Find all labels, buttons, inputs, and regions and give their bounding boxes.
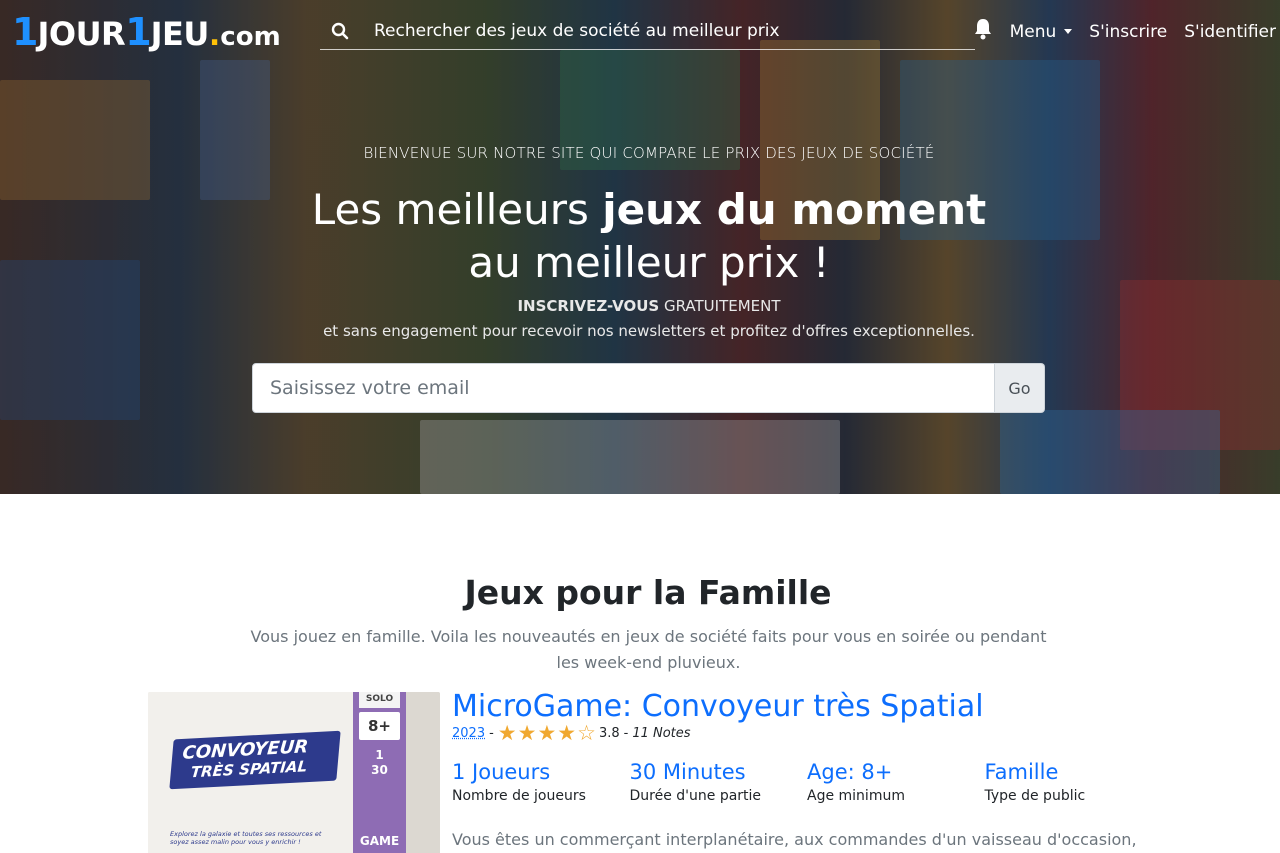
go-button[interactable]: Go — [995, 363, 1045, 413]
separator: - — [623, 725, 629, 741]
welcome-text: BIENVENUE SUR NOTRE SITE QUI COMPARE LE … — [363, 144, 935, 162]
stat-label: Durée d'une partie — [629, 788, 762, 804]
star-rating: ★ ★ ★ ★ ☆ — [497, 721, 596, 745]
stat-value[interactable]: Famille — [985, 759, 1163, 786]
rating-value: 3.8 — [598, 725, 620, 741]
game-stats: 1 Joueurs Nombre de joueurs 30 Minutes D… — [452, 759, 1162, 804]
logo-part: com — [220, 22, 281, 52]
box-minutes: 30 — [371, 763, 388, 777]
signup-rest: GRATUITEMENT — [659, 297, 781, 315]
newsletter-form: Go — [252, 363, 1045, 413]
signup-link[interactable]: S'inscrire — [1089, 22, 1167, 42]
menu-dropdown[interactable]: Menu — [1010, 22, 1073, 42]
logo-part: 1 — [12, 10, 38, 54]
stat-value[interactable]: 1 Joueurs — [452, 759, 630, 786]
stat-label: Type de public — [984, 788, 1086, 804]
game-box-band: SOLO 8+ 1 30 GAME — [353, 692, 406, 853]
stat-duration: 30 Minutes Durée d'une partie — [630, 759, 808, 804]
game-description: Vous êtes un commerçant interplanétaire,… — [452, 830, 1137, 849]
menu-label: Menu — [1009, 21, 1057, 42]
signup-callout: INSCRIVEZ-VOUS GRATUITEMENT — [0, 297, 1280, 315]
logo-part: 1 — [125, 10, 151, 54]
star-empty-icon: ☆ — [577, 721, 596, 745]
game-year-link[interactable]: 2023 — [452, 726, 485, 741]
star-full-icon: ★ — [537, 721, 557, 745]
bell-icon[interactable] — [973, 18, 993, 45]
stat-age: Age: 8+ Age minimum — [807, 759, 985, 804]
navbar: 1 JOUR 1 JEU . com Menu S'inscrire S'ide… — [0, 0, 1280, 60]
separator: - — [489, 725, 494, 741]
stat-value[interactable]: Age: 8+ — [807, 759, 985, 786]
search-icon[interactable] — [320, 22, 360, 40]
stat-audience: Famille Type de public — [985, 759, 1163, 804]
game-rating-line: 2023 - ★ ★ ★ ★ ☆ 3.8 - 11 Notes — [452, 721, 691, 745]
box-brand: GAME — [359, 834, 400, 848]
stat-label: Nombre de joueurs — [452, 788, 586, 804]
login-link[interactable]: S'identifier — [1184, 22, 1276, 42]
game-image[interactable]: CONVOYEUR TRÈS SPATIAL Explorez la galax… — [148, 692, 440, 853]
caret-down-icon — [1064, 29, 1073, 34]
headline-part: Les meilleurs — [311, 185, 603, 234]
email-input[interactable] — [252, 363, 995, 413]
search-bar — [320, 12, 975, 50]
search-input[interactable] — [360, 20, 975, 41]
signup-bold: INSCRIVEZ-VOUS — [517, 297, 660, 315]
headline-line2: au meilleur prix ! — [468, 238, 830, 287]
logo-part: JOUR — [37, 15, 126, 53]
logo-part: . — [208, 18, 221, 53]
game-box-desc: Explorez la galaxie et toutes ses ressou… — [170, 830, 322, 846]
stat-label: Age minimum — [807, 788, 905, 804]
nav-links: Menu S'inscrire S'identifier — [973, 18, 1276, 45]
stat-players: 1 Joueurs Nombre de joueurs — [452, 759, 630, 804]
headline-bold: jeux du moment — [602, 185, 987, 234]
signup-subline: et sans engagement pour recevoir nos new… — [323, 322, 975, 340]
stat-value[interactable]: 30 Minutes — [630, 759, 808, 786]
star-full-icon: ★ — [557, 721, 577, 745]
game-box-title: CONVOYEUR TRÈS SPATIAL — [169, 730, 341, 790]
rating-count: 11 Notes — [632, 725, 691, 741]
site-logo[interactable]: 1 JOUR 1 JEU . com — [12, 10, 281, 54]
logo-part: JEU — [150, 15, 210, 53]
box-meta: 1 30 — [359, 748, 400, 778]
star-full-icon: ★ — [517, 721, 537, 745]
game-title-link[interactable]: MicroGame: Convoyeur très Spatial — [452, 689, 984, 724]
box-solo-label: SOLO — [359, 692, 400, 708]
hero-headline: Les meilleurs jeux du moment au meilleur… — [0, 183, 1280, 289]
section-description: Vous jouez en famille. Voila les nouveau… — [250, 627, 1047, 672]
star-full-icon: ★ — [497, 721, 517, 745]
section-title: Jeux pour la Famille — [464, 573, 832, 612]
box-age-label: 8+ — [359, 712, 400, 740]
box-players: 1 — [375, 748, 384, 762]
